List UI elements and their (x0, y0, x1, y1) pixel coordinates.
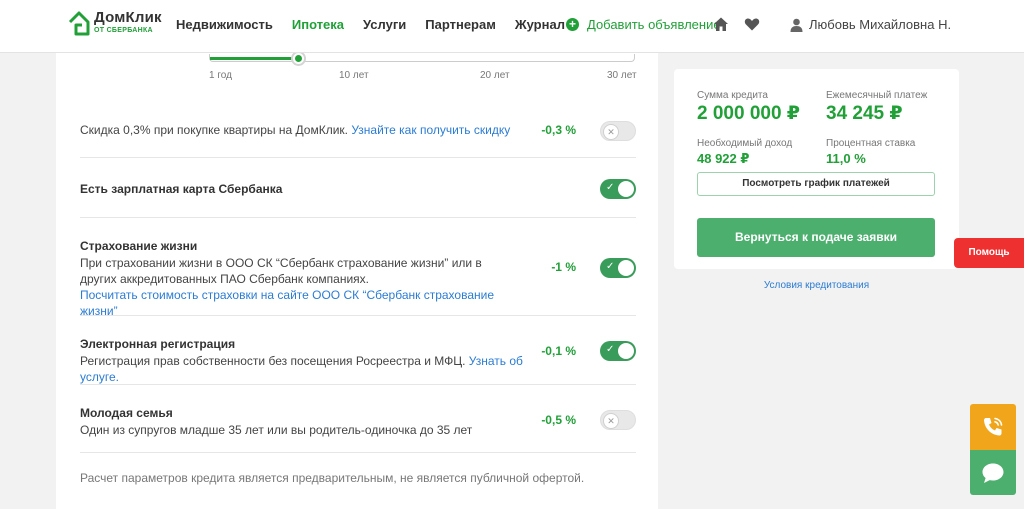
call-button[interactable] (970, 404, 1016, 450)
house-logo-icon (68, 11, 90, 36)
loan-summary-card: Сумма кредита 2 000 000 ₽ Ежемесячный пл… (674, 69, 959, 269)
check-icon (618, 181, 634, 197)
chat-button[interactable] (970, 450, 1016, 495)
slider-tick-label: 20 лет (480, 70, 510, 81)
home-icon[interactable] (713, 16, 729, 32)
option-electronic-registration: Электронная регистрация Регистрация прав… (80, 315, 636, 384)
interest-rate-label: Процентная ставка (826, 138, 916, 149)
divider (80, 452, 636, 453)
help-button[interactable]: Помощь (954, 238, 1024, 268)
close-icon: ✕ (603, 124, 619, 140)
user-name: Любовь Михайловна Н. (809, 17, 952, 32)
interest-rate-value: 11,0 % (826, 151, 866, 166)
registration-toggle[interactable] (600, 341, 636, 361)
nav-realty[interactable]: Недвижимость (176, 17, 273, 32)
credit-terms-link[interactable]: Условия кредитования (674, 280, 959, 291)
nav-partners[interactable]: Партнерам (425, 17, 496, 32)
discount-value: -0,3 % (541, 123, 576, 137)
add-ad-label: Добавить объявление (587, 17, 721, 32)
loan-amount-value: 2 000 000 ₽ (697, 103, 801, 124)
insurance-value: -1 % (551, 260, 576, 274)
option-title: Страхование жизни (80, 239, 198, 253)
life-insurance-toggle[interactable] (600, 258, 636, 278)
phone-icon (984, 417, 1003, 436)
slider-tick-label: 10 лет (339, 70, 369, 81)
check-icon (618, 260, 634, 276)
return-to-application-button[interactable]: Вернуться к подаче заявки (697, 218, 935, 257)
logo-title: ДомКлик (94, 9, 162, 26)
monthly-payment-label: Ежемесячный платеж (826, 90, 928, 101)
option-life-insurance: Страхование жизни При страховании жизни … (80, 217, 636, 318)
user-icon (790, 18, 803, 32)
close-icon: ✕ (603, 413, 619, 429)
payment-schedule-button[interactable]: Посмотреть график платежей (697, 172, 935, 196)
user-menu[interactable]: Любовь Михайловна Н. (790, 17, 951, 32)
option-title: Есть зарплатная карта Сбербанка (80, 182, 283, 196)
mortgage-options-card: 1 год 10 лет 20 лет 30 лет Скидка 0,3% п… (56, 30, 658, 509)
heart-icon[interactable] (744, 16, 760, 32)
disclaimer-text: Расчет параметров кредита является предв… (80, 471, 585, 485)
young-family-toggle[interactable]: ✕ (600, 410, 636, 430)
option-title: Молодая семья (80, 406, 173, 420)
term-slider-handle[interactable] (291, 51, 306, 66)
option-title: Электронная регистрация (80, 337, 236, 351)
term-slider-fill (210, 57, 298, 60)
discount-info-link[interactable]: Узнайте как получить скидку (351, 123, 510, 137)
chat-bubble-icon (982, 463, 1004, 483)
required-income-label: Необходимый доход (697, 138, 793, 149)
slider-tick-label: 1 год (209, 70, 232, 81)
logo[interactable]: ДомКлик ОТ СБЕРБАНКА (68, 10, 162, 36)
option-description: Скидка 0,3% при покупке квартиры на ДомК… (80, 123, 511, 137)
nav-mortgage[interactable]: Ипотека (292, 17, 344, 32)
option-salary-card: Есть зарплатная карта Сбербанка (80, 157, 636, 217)
top-header: ДомКлик ОТ СБЕРБАНКА Недвижимость Ипотек… (0, 0, 1024, 53)
main-nav: Недвижимость Ипотека Услуги Партнерам Жу… (176, 17, 584, 32)
monthly-payment-value: 34 245 ₽ (826, 103, 903, 124)
nav-services[interactable]: Услуги (363, 17, 406, 32)
logo-subtitle: ОТ СБЕРБАНКА (94, 27, 153, 34)
option-description: При страховании жизни в ООО СК “Сбербанк… (80, 256, 482, 286)
young-family-value: -0,5 % (541, 413, 576, 427)
option-description: Регистрация прав собственности без посещ… (80, 354, 523, 384)
required-income-value: 48 922 ₽ (697, 151, 750, 166)
nav-journal[interactable]: Журнал (515, 17, 565, 32)
discount-toggle[interactable]: ✕ (600, 121, 636, 141)
option-young-family: Молодая семья Один из супругов младше 35… (80, 384, 636, 452)
slider-tick-label: 30 лет (607, 70, 637, 81)
loan-amount-label: Сумма кредита (697, 90, 768, 101)
plus-icon: + (566, 18, 579, 31)
salary-card-toggle[interactable] (600, 179, 636, 199)
add-ad-button[interactable]: + Добавить объявление (566, 17, 721, 32)
check-icon (618, 343, 634, 359)
registration-value: -0,1 % (541, 344, 576, 358)
option-description: Один из супругов младше 35 лет или вы ро… (80, 423, 473, 437)
